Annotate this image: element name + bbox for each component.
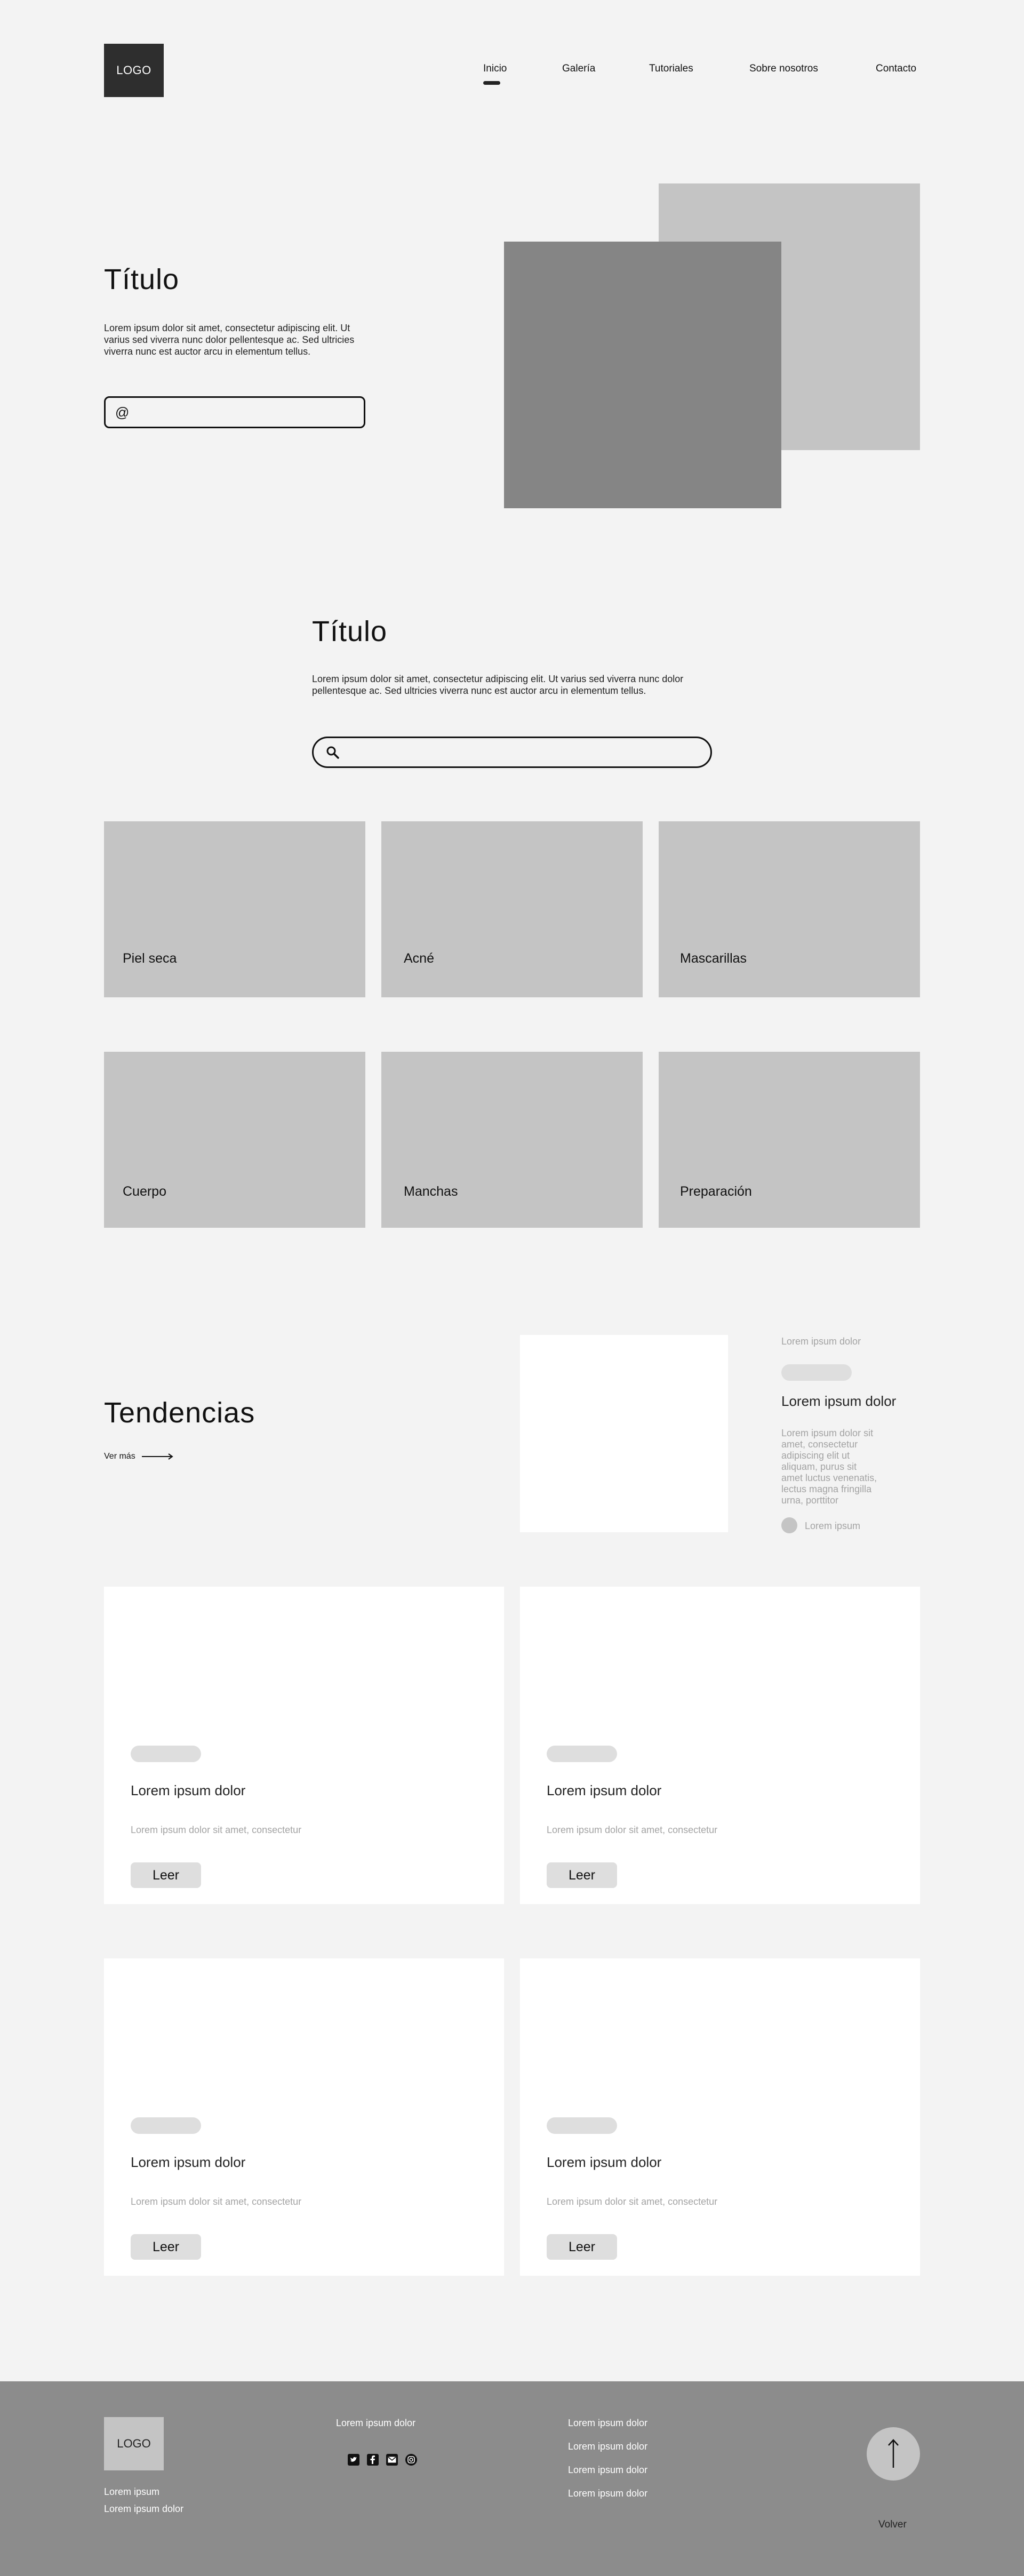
feature-body: Lorem ipsum dolor sit amet, consectetur … xyxy=(781,1428,877,1506)
category-preparacion[interactable]: Preparación xyxy=(659,1052,920,1228)
card-title: Lorem ipsum dolor xyxy=(131,1782,246,1798)
category-label: Cuerpo xyxy=(123,1184,166,1199)
card-title: Lorem ipsum dolor xyxy=(131,2154,246,2170)
feature-tag xyxy=(781,1364,852,1381)
read-button[interactable]: Leer xyxy=(547,2234,617,2260)
card-tag xyxy=(547,1746,617,1762)
card-subtitle: Lorem ipsum dolor sit amet, consectetur xyxy=(131,2196,302,2207)
category-piel-seca[interactable]: Piel seca xyxy=(104,821,365,997)
feature-title[interactable]: Lorem ipsum dolor xyxy=(781,1393,896,1410)
card-tag xyxy=(131,1746,201,1762)
nav-active-indicator xyxy=(483,81,500,85)
at-icon: @ xyxy=(115,404,130,420)
email-input[interactable]: @ xyxy=(104,396,365,428)
card-title: Lorem ipsum dolor xyxy=(547,2154,662,2170)
nav-contacto[interactable]: Contacto xyxy=(876,63,916,75)
trends-title: Tendencias xyxy=(104,1397,255,1429)
hero-image-front xyxy=(504,242,781,508)
mail-icon[interactable] xyxy=(386,2454,398,2466)
footer xyxy=(0,2381,1024,2576)
search-section-body: Lorem ipsum dolor sit amet, consectetur … xyxy=(312,674,684,696)
see-more-label: Ver más xyxy=(104,1452,135,1461)
card-subtitle: Lorem ipsum dolor sit amet, consectetur xyxy=(547,1825,718,1835)
arrow-up-icon xyxy=(888,2439,899,2468)
hero-title: Título xyxy=(104,263,180,295)
nav-galeria[interactable]: Galería xyxy=(562,63,595,75)
see-more-link[interactable]: Ver más xyxy=(104,1452,174,1461)
logo[interactable]: LOGO xyxy=(104,44,164,97)
search-icon xyxy=(326,746,339,759)
blog-card[interactable]: Lorem ipsum dolor Lorem ipsum dolor sit … xyxy=(104,1958,504,2276)
arrow-right-icon xyxy=(141,1453,173,1460)
blog-card[interactable]: Lorem ipsum dolor Lorem ipsum dolor sit … xyxy=(104,1587,504,1904)
back-to-top-button[interactable] xyxy=(867,2427,920,2481)
category-label: Mascarillas xyxy=(680,951,747,966)
nav-tutoriales[interactable]: Tutoriales xyxy=(649,63,693,75)
footer-text: Lorem ipsum dolor xyxy=(104,2503,184,2514)
card-subtitle: Lorem ipsum dolor sit amet, consectetur xyxy=(131,1825,302,1835)
category-label: Piel seca xyxy=(123,951,177,966)
nav-inicio[interactable]: Inicio xyxy=(483,63,507,75)
footer-link[interactable]: Lorem ipsum dolor xyxy=(568,2465,647,2476)
feature-author: Lorem ipsum xyxy=(805,1521,861,1531)
twitter-icon[interactable] xyxy=(348,2454,359,2466)
author-avatar xyxy=(781,1517,797,1533)
feature-kicker: Lorem ipsum dolor xyxy=(781,1336,861,1347)
category-label: Preparación xyxy=(680,1184,752,1199)
feature-image xyxy=(520,1335,728,1532)
blog-card[interactable]: Lorem ipsum dolor Lorem ipsum dolor sit … xyxy=(520,1587,920,1904)
footer-text: Lorem ipsum xyxy=(104,2486,160,2497)
instagram-icon[interactable] xyxy=(405,2454,417,2466)
blog-card[interactable]: Lorem ipsum dolor Lorem ipsum dolor sit … xyxy=(520,1958,920,2276)
category-mascarillas[interactable]: Mascarillas xyxy=(659,821,920,997)
hero-body: Lorem ipsum dolor sit amet, consectetur … xyxy=(104,323,355,357)
search-section-title: Título xyxy=(312,615,388,647)
card-title: Lorem ipsum dolor xyxy=(547,1782,662,1798)
card-tag xyxy=(547,2117,617,2134)
social-heading: Lorem ipsum dolor xyxy=(336,2418,416,2428)
category-acne[interactable]: Acné xyxy=(381,821,643,997)
card-subtitle: Lorem ipsum dolor sit amet, consectetur xyxy=(547,2196,718,2207)
facebook-icon[interactable] xyxy=(367,2454,379,2466)
footer-link[interactable]: Lorem ipsum dolor xyxy=(568,2488,647,2499)
category-label: Acné xyxy=(404,951,434,966)
search-input[interactable] xyxy=(312,737,712,768)
read-button[interactable]: Leer xyxy=(131,1862,201,1888)
read-button[interactable]: Leer xyxy=(547,1862,617,1888)
nav-sobre-nosotros[interactable]: Sobre nosotros xyxy=(749,63,818,75)
footer-link[interactable]: Lorem ipsum dolor xyxy=(568,2441,647,2452)
read-button[interactable]: Leer xyxy=(131,2234,201,2260)
card-tag xyxy=(131,2117,201,2134)
category-manchas[interactable]: Manchas xyxy=(381,1052,643,1228)
category-cuerpo[interactable]: Cuerpo xyxy=(104,1052,365,1228)
footer-link[interactable]: Lorem ipsum dolor xyxy=(568,2418,647,2429)
back-label: Volver xyxy=(878,2519,907,2530)
footer-logo[interactable]: LOGO xyxy=(104,2417,164,2470)
category-label: Manchas xyxy=(404,1184,458,1199)
